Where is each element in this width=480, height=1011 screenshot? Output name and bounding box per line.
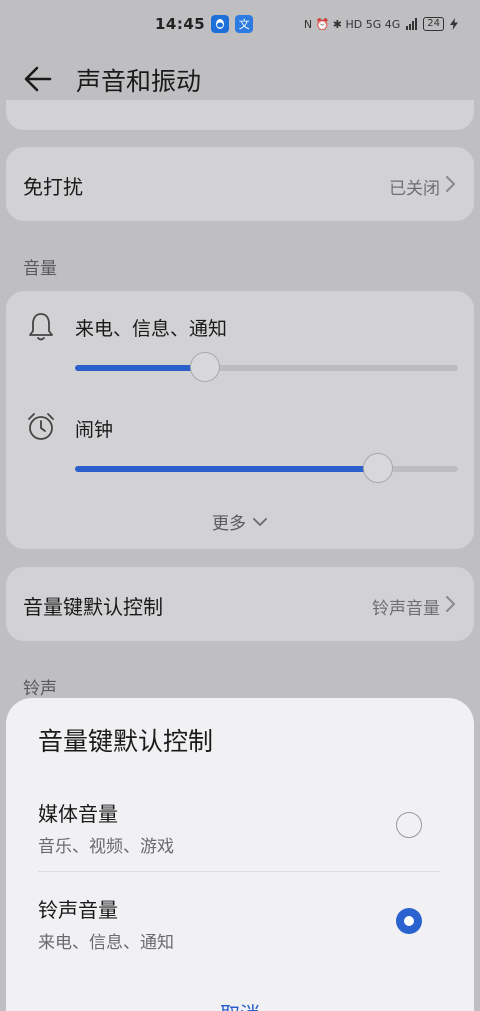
dnd-row[interactable]: 免打扰 已关闭 [6, 147, 474, 221]
dnd-label: 免打扰 [23, 175, 83, 199]
app-header: 声音和振动 [0, 50, 480, 106]
alarm-volume-label: 闹钟 [75, 419, 114, 441]
signal-icon [406, 18, 418, 30]
calls-volume-thumb[interactable] [190, 352, 221, 382]
alarm-volume-slider[interactable] [75, 453, 458, 483]
charging-icon [450, 18, 458, 30]
cancel-button[interactable]: 取消 [6, 998, 474, 1011]
option-media-volume[interactable]: 媒体音量 音乐、视频、游戏 [6, 798, 474, 888]
status-time: 14:45 [155, 15, 206, 33]
alarm-volume-fill [75, 466, 378, 472]
wen-notification-icon: 文 [235, 15, 254, 33]
alarm-clock-icon [28, 413, 54, 440]
status-right: N ⏰ ✱ HD 5G 4G 24 [304, 17, 458, 31]
volume-key-bottom-sheet: 音量键默认控制 媒体音量 音乐、视频、游戏 铃声音量 来电、信息、通知 取消 [6, 698, 474, 1011]
bell-icon [29, 313, 53, 341]
option-ring-volume[interactable]: 铃声音量 来电、信息、通知 [6, 894, 474, 984]
volume-key-label: 音量键默认控制 [23, 595, 163, 619]
ring-volume-radio[interactable] [396, 908, 422, 934]
back-arrow-icon[interactable] [22, 64, 54, 94]
option-title: 媒体音量 [38, 802, 118, 826]
media-volume-radio[interactable] [396, 812, 422, 838]
volume-key-row[interactable]: 音量键默认控制 铃声音量 [6, 567, 474, 641]
calls-volume-slider[interactable] [75, 352, 458, 382]
battery-icon: 24 [423, 17, 444, 31]
volume-section-label: 音量 [23, 259, 57, 279]
dnd-value: 已关闭 [389, 179, 440, 199]
chevron-right-icon [446, 596, 455, 612]
status-bar: 14:45 文 N ⏰ ✱ HD 5G 4G 24 [0, 0, 480, 48]
sheet-title: 音量键默认控制 [38, 727, 214, 756]
chevron-down-icon [253, 517, 267, 526]
volume-card: 来电、信息、通知 闹钟 更多 [6, 291, 474, 549]
more-button[interactable]: 更多 [6, 509, 474, 534]
more-label: 更多 [212, 514, 246, 534]
option-divider [38, 871, 440, 872]
status-left: 14:45 文 [155, 15, 254, 33]
option-subtitle: 音乐、视频、游戏 [38, 837, 174, 857]
ringtone-section-label: 铃声 [23, 679, 57, 699]
chevron-right-icon [446, 176, 455, 192]
volume-key-value: 铃声音量 [372, 599, 440, 619]
option-title: 铃声音量 [38, 898, 118, 922]
alarm-volume-thumb[interactable] [362, 453, 393, 483]
previous-card-sliver [6, 100, 474, 130]
page-title: 声音和振动 [76, 67, 202, 96]
calls-volume-fill [75, 365, 206, 371]
calls-volume-label: 来电、信息、通知 [75, 318, 228, 340]
status-indicators: N ⏰ ✱ HD 5G 4G [303, 17, 401, 31]
option-subtitle: 来电、信息、通知 [38, 933, 174, 953]
qq-notification-icon [211, 15, 230, 33]
